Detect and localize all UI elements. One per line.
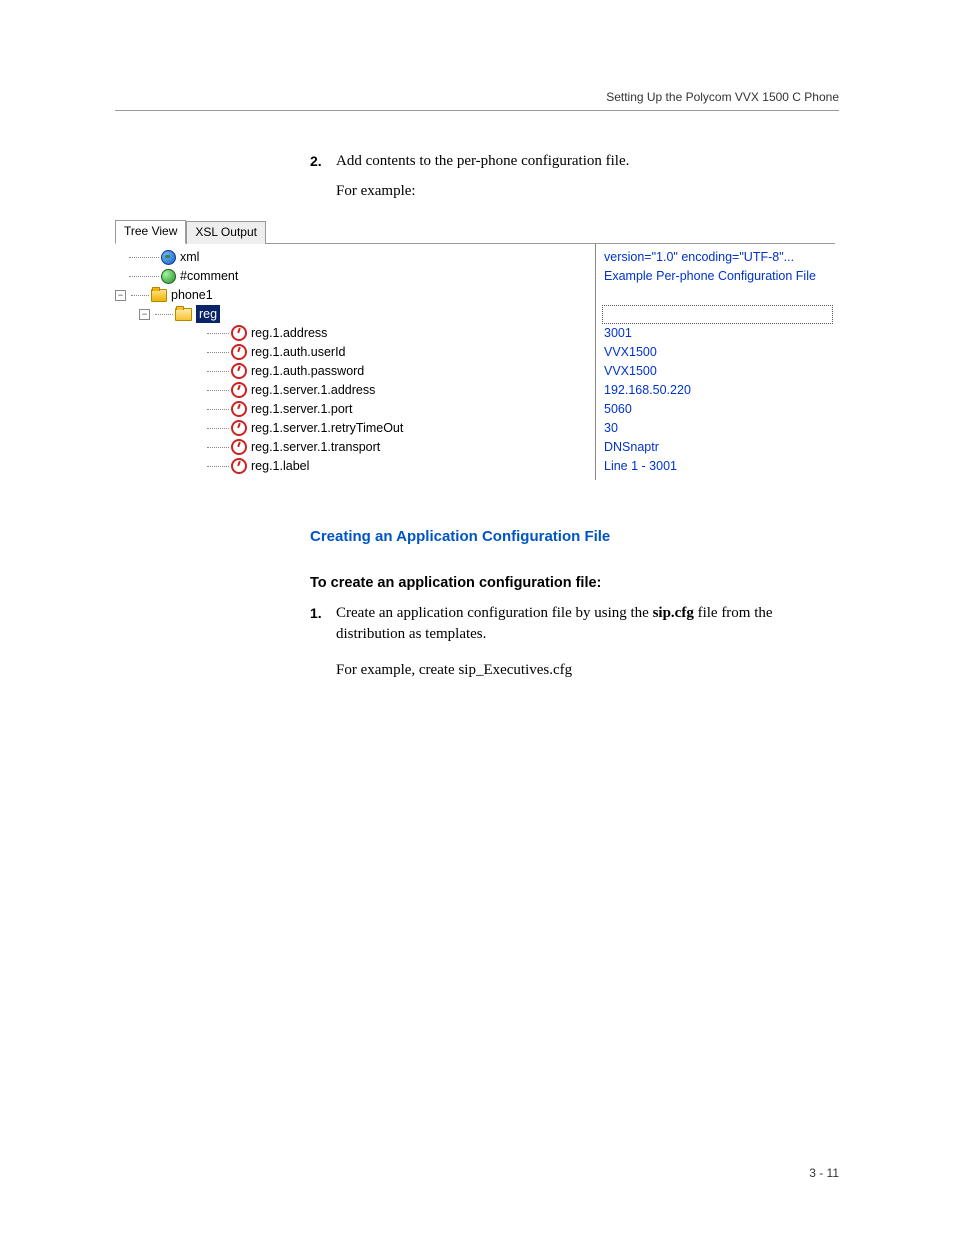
xml-decl-icon <box>161 250 176 265</box>
tree-label: reg.1.server.1.address <box>251 381 375 399</box>
expander-icon[interactable]: − <box>139 309 150 320</box>
tree-value: Example Per-phone Configuration File <box>602 267 835 286</box>
folder-open-icon <box>175 308 192 321</box>
tree-label: reg.1.label <box>251 457 309 475</box>
tree-node-attr[interactable]: reg.1.auth.userId <box>115 343 595 362</box>
tree-node-attr[interactable]: reg.1.label <box>115 457 595 476</box>
tab-bar: Tree View XSL Output <box>115 221 835 243</box>
comment-icon <box>161 269 176 284</box>
tree-value-empty <box>602 286 835 305</box>
tree-left-pane: xml #comment − phone1 − <box>115 244 595 480</box>
tab-tree-view[interactable]: Tree View <box>115 220 186 243</box>
attribute-icon <box>231 344 247 360</box>
xml-tree-screenshot: Tree View XSL Output xml #comment − <box>115 221 835 480</box>
tree-value: 5060 <box>602 400 835 419</box>
step-1-bold: sip.cfg <box>653 605 694 621</box>
tree-label: reg.1.server.1.port <box>251 400 352 418</box>
tree-label: reg.1.server.1.retryTimeOut <box>251 419 403 437</box>
tree-node-reg[interactable]: − reg <box>115 305 595 324</box>
tree-label: reg.1.auth.password <box>251 362 364 380</box>
tree-label: xml <box>180 248 199 266</box>
page-number: 3 - 11 <box>809 1166 839 1180</box>
step-2: 2. Add contents to the per-phone configu… <box>310 151 839 173</box>
tree-node-attr[interactable]: reg.1.server.1.port <box>115 400 595 419</box>
tree-label: reg.1.auth.userId <box>251 343 346 361</box>
attribute-icon <box>231 458 247 474</box>
tree-value: Line 1 - 3001 <box>602 457 835 476</box>
tree-node-attr[interactable]: reg.1.server.1.address <box>115 381 595 400</box>
tree-label: phone1 <box>171 286 213 304</box>
tree-node-attr[interactable]: reg.1.server.1.transport <box>115 438 595 457</box>
tree-value: version="1.0" encoding="UTF-8"... <box>602 248 835 267</box>
attribute-icon <box>231 325 247 341</box>
tab-xsl-output[interactable]: XSL Output <box>186 221 266 243</box>
tree-node-attr[interactable]: reg.1.server.1.retryTimeOut <box>115 419 595 438</box>
tree-value: VVX1500 <box>602 362 835 381</box>
attribute-icon <box>231 363 247 379</box>
step-2-text: Add contents to the per-phone configurat… <box>336 153 629 169</box>
selected-value-box <box>602 305 833 324</box>
attribute-icon <box>231 439 247 455</box>
tree-label: #comment <box>180 267 238 285</box>
tree-value: 3001 <box>602 324 835 343</box>
tree-node-attr[interactable]: reg.1.auth.password <box>115 362 595 381</box>
folder-icon <box>151 289 167 302</box>
tree-right-pane: version="1.0" encoding="UTF-8"... Exampl… <box>595 244 835 480</box>
tree-node-attr[interactable]: reg.1.address <box>115 324 595 343</box>
page-header: Setting Up the Polycom VVX 1500 C Phone <box>115 90 839 111</box>
tree-label-selected: reg <box>196 305 220 323</box>
tree-label: reg.1.server.1.transport <box>251 438 380 456</box>
attribute-icon <box>231 401 247 417</box>
tree-node-xml[interactable]: xml <box>115 248 595 267</box>
section-heading: Creating an Application Configuration Fi… <box>310 528 839 545</box>
expander-icon[interactable]: − <box>115 290 126 301</box>
step-1: 1. Create an application configuration f… <box>310 603 839 647</box>
step-2-number: 2. <box>310 151 322 171</box>
tree-node-phone1[interactable]: − phone1 <box>115 286 595 305</box>
attribute-icon <box>231 420 247 436</box>
tree-value: 192.168.50.220 <box>602 381 835 400</box>
step-1-text-a: Create an application configuration file… <box>336 605 653 621</box>
step-2-continue: For example: <box>310 181 839 203</box>
step-1-number: 1. <box>310 603 322 623</box>
tree-value: VVX1500 <box>602 343 835 362</box>
tree-value: 30 <box>602 419 835 438</box>
attribute-icon <box>231 382 247 398</box>
tree-node-comment[interactable]: #comment <box>115 267 595 286</box>
subsection-heading: To create an application configuration f… <box>310 575 839 591</box>
tree-label: reg.1.address <box>251 324 327 342</box>
tree-value: DNSnaptr <box>602 438 835 457</box>
step-1-continue: For example, create sip_Executives.cfg <box>310 660 839 682</box>
